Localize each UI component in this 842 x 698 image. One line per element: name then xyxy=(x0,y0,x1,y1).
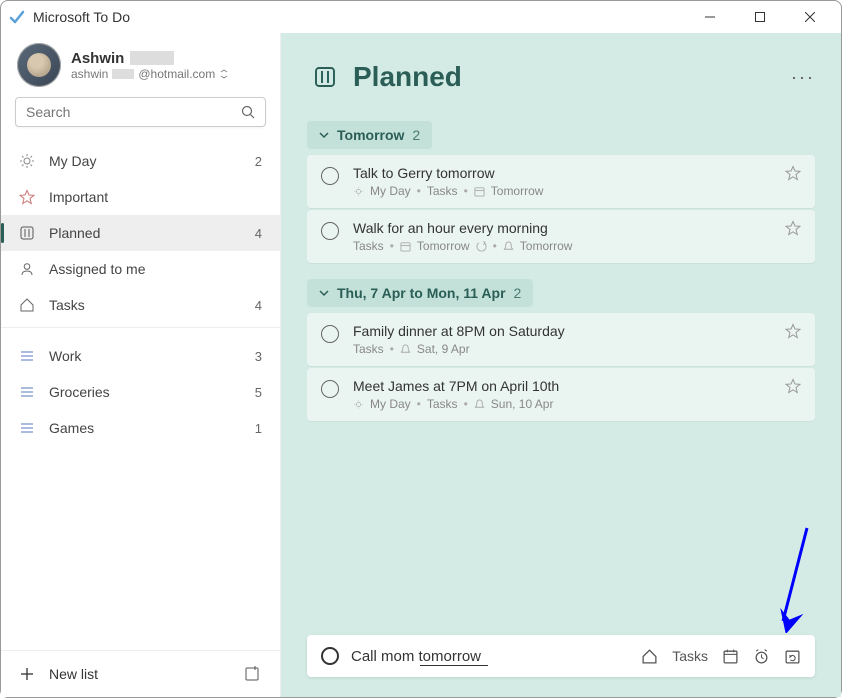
task-meta: My Day • Tasks • Tomorrow xyxy=(353,184,771,198)
task-meta: My Day • Tasks • Sun, 10 Apr xyxy=(353,397,771,411)
list-count: 1 xyxy=(255,421,262,436)
profile-section[interactable]: Ashwin ashwin@hotmail.com xyxy=(1,33,280,93)
search-input[interactable] xyxy=(26,104,241,120)
sidebar: Ashwin ashwin@hotmail.com xyxy=(1,33,281,697)
nav-label: Planned xyxy=(49,225,100,241)
group-label: Thu, 7 Apr to Mon, 11 Apr xyxy=(337,285,506,301)
list-icon xyxy=(19,384,35,400)
app-title: Microsoft To Do xyxy=(33,9,130,25)
repeat-icon[interactable] xyxy=(784,648,801,665)
complete-checkbox[interactable] xyxy=(321,380,339,398)
add-task-bar[interactable]: Tasks xyxy=(307,635,815,677)
list-games[interactable]: Games 1 xyxy=(1,410,280,446)
list-work[interactable]: Work 3 xyxy=(1,338,280,374)
home-icon[interactable] xyxy=(641,648,658,665)
nav-planned[interactable]: Planned 4 xyxy=(1,215,280,251)
group-count: 2 xyxy=(514,285,522,301)
complete-checkbox[interactable] xyxy=(321,167,339,185)
annotation-arrow-icon xyxy=(777,523,817,633)
list-label: Games xyxy=(49,420,94,436)
nav-myday[interactable]: My Day 2 xyxy=(1,143,280,179)
task-row[interactable]: Talk to Gerry tomorrow My Day • Tasks • … xyxy=(307,155,815,208)
task-row[interactable]: Meet James at 7PM on April 10th My Day •… xyxy=(307,368,815,421)
close-button[interactable] xyxy=(787,1,833,33)
plus-icon xyxy=(19,666,35,682)
task-title: Walk for an hour every morning xyxy=(353,220,771,236)
home-icon xyxy=(19,297,35,313)
list-icon xyxy=(19,420,35,436)
profile-email: ashwin@hotmail.com xyxy=(71,67,229,81)
redacted-emailpart xyxy=(112,69,134,79)
titlebar: Microsoft To Do xyxy=(1,1,841,33)
new-list-label: New list xyxy=(49,666,98,682)
nav-label: Important xyxy=(49,189,108,205)
redacted-lastname xyxy=(130,51,174,65)
complete-checkbox[interactable] xyxy=(321,222,339,240)
nav-assigned[interactable]: Assigned to me xyxy=(1,251,280,287)
add-list-label: Tasks xyxy=(672,648,708,664)
task-meta: Tasks • Tomorrow • Tomorrow xyxy=(353,239,771,253)
task-row[interactable]: Walk for an hour every morning Tasks • T… xyxy=(307,210,815,263)
add-task-circle-icon xyxy=(321,647,339,665)
group-count: 2 xyxy=(412,127,420,143)
star-button[interactable] xyxy=(785,378,801,394)
chevron-down-icon xyxy=(319,130,329,140)
person-icon xyxy=(19,261,35,277)
group-label: Tomorrow xyxy=(337,127,404,143)
typing-underline xyxy=(420,665,488,666)
nav-tasks[interactable]: Tasks 4 xyxy=(1,287,280,323)
app-logo-icon xyxy=(9,9,25,25)
maximize-button[interactable] xyxy=(737,1,783,33)
complete-checkbox[interactable] xyxy=(321,325,339,343)
nav-count: 4 xyxy=(255,298,262,313)
star-icon xyxy=(19,189,35,205)
task-row[interactable]: Family dinner at 8PM on Saturday Tasks •… xyxy=(307,313,815,366)
list-count: 3 xyxy=(255,349,262,364)
add-task-input[interactable] xyxy=(351,648,629,665)
nav-smart-lists: My Day 2 Important Planned 4 As xyxy=(1,137,280,323)
list-groceries[interactable]: Groceries 5 xyxy=(1,374,280,410)
nav-label: Tasks xyxy=(49,297,85,313)
task-title: Talk to Gerry tomorrow xyxy=(353,165,771,181)
divider xyxy=(1,327,280,328)
new-list-button[interactable]: New list xyxy=(19,666,98,682)
task-meta: Tasks • Sat, 9 Apr xyxy=(353,342,771,356)
planned-icon xyxy=(313,65,337,89)
reminder-icon[interactable] xyxy=(753,648,770,665)
new-group-icon[interactable] xyxy=(244,665,262,683)
list-icon xyxy=(19,348,35,364)
star-button[interactable] xyxy=(785,220,801,236)
list-count: 5 xyxy=(255,385,262,400)
nav-important[interactable]: Important xyxy=(1,179,280,215)
nav-custom-lists: Work 3 Groceries 5 Games 1 xyxy=(1,332,280,446)
sun-icon xyxy=(19,153,35,169)
search-icon xyxy=(241,105,255,119)
profile-name: Ashwin xyxy=(71,50,229,67)
avatar xyxy=(17,43,61,87)
nav-label: Assigned to me xyxy=(49,261,146,277)
more-options-button[interactable]: ··· xyxy=(791,67,815,88)
star-button[interactable] xyxy=(785,323,801,339)
main-content: Planned ··· Tomorrow 2 Talk to Gerry tom… xyxy=(281,33,841,697)
nav-label: My Day xyxy=(49,153,96,169)
minimize-button[interactable] xyxy=(687,1,733,33)
search-box[interactable] xyxy=(15,97,266,127)
task-title: Family dinner at 8PM on Saturday xyxy=(353,323,771,339)
calendar-icon[interactable] xyxy=(722,648,739,665)
star-button[interactable] xyxy=(785,165,801,181)
task-title: Meet James at 7PM on April 10th xyxy=(353,378,771,394)
planned-icon xyxy=(19,225,35,241)
nav-count: 4 xyxy=(255,226,262,241)
group-header-tomorrow[interactable]: Tomorrow 2 xyxy=(307,121,432,149)
list-label: Groceries xyxy=(49,384,110,400)
list-label: Work xyxy=(49,348,81,364)
nav-count: 2 xyxy=(255,154,262,169)
group-header-range[interactable]: Thu, 7 Apr to Mon, 11 Apr 2 xyxy=(307,279,533,307)
chevron-down-icon xyxy=(319,288,329,298)
page-title: Planned xyxy=(353,61,462,93)
